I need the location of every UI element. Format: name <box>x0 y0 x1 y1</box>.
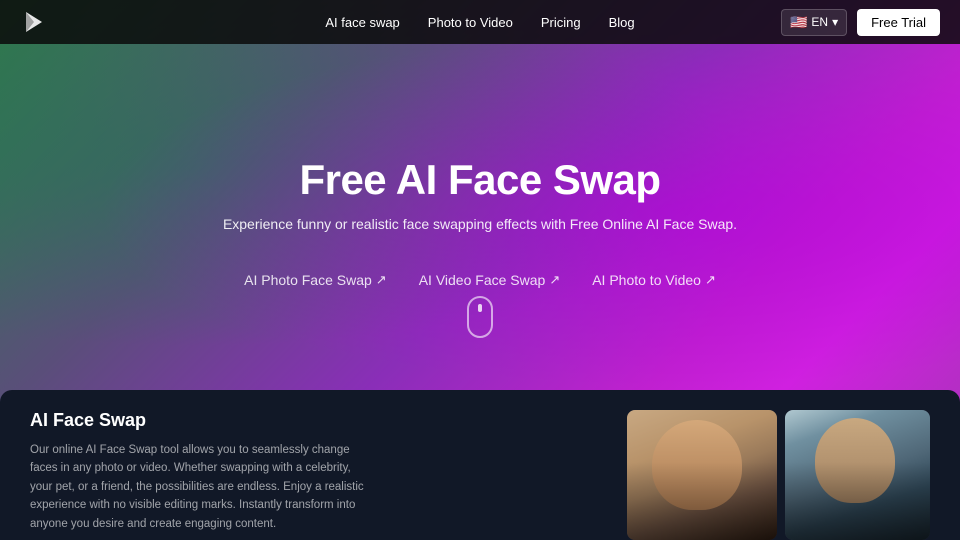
hero-links: AI Photo Face Swap ↗ AI Video Face Swap … <box>223 272 737 288</box>
nav-blog[interactable]: Blog <box>609 15 635 30</box>
hero-title: Free AI Face Swap <box>223 156 737 204</box>
nav-pricing[interactable]: Pricing <box>541 15 581 30</box>
free-trial-button[interactable]: Free Trial <box>857 9 940 36</box>
navbar: AI face swap Photo to Video Pricing Blog… <box>0 0 960 44</box>
card-title: AI Face Swap <box>30 410 370 431</box>
hero-content: Free AI Face Swap Experience funny or re… <box>223 156 737 288</box>
hero-link-video-label: AI Video Face Swap <box>419 272 546 288</box>
face-photo-2 <box>785 410 930 540</box>
chevron-down-icon: ▾ <box>832 15 838 29</box>
lang-code: EN <box>811 15 828 29</box>
language-selector[interactable]: 🇺🇸 EN ▾ <box>781 9 847 36</box>
arrow-icon-3: ↗ <box>705 272 716 288</box>
card-text: AI Face Swap Our online AI Face Swap too… <box>30 410 370 540</box>
bottom-card: AI Face Swap Our online AI Face Swap too… <box>0 390 960 540</box>
hero-link-photo-to-video[interactable]: AI Photo to Video ↗ <box>592 272 716 288</box>
hero-link-photo-label: AI Photo Face Swap <box>244 272 372 288</box>
hero-link-photo-to-video-label: AI Photo to Video <box>592 272 701 288</box>
logo[interactable] <box>20 8 48 36</box>
nav-right: 🇺🇸 EN ▾ Free Trial <box>781 9 940 36</box>
scroll-oval <box>467 296 493 338</box>
flag-icon: 🇺🇸 <box>790 14 807 31</box>
card-description: Our online AI Face Swap tool allows you … <box>30 441 370 533</box>
arrow-icon-2: ↗ <box>549 272 560 288</box>
hero-link-video[interactable]: AI Video Face Swap ↗ <box>419 272 561 288</box>
nav-links: AI face swap Photo to Video Pricing Blog <box>325 15 634 30</box>
face-photo-1 <box>627 410 777 540</box>
face-image-2 <box>785 410 930 540</box>
face-image-1 <box>627 410 777 540</box>
hero-section: Free AI Face Swap Experience funny or re… <box>0 0 960 420</box>
hero-link-photo[interactable]: AI Photo Face Swap ↗ <box>244 272 387 288</box>
nav-photo-to-video[interactable]: Photo to Video <box>428 15 513 30</box>
nav-ai-face-swap[interactable]: AI face swap <box>325 15 399 30</box>
scroll-indicator <box>467 296 493 338</box>
arrow-icon: ↗ <box>376 272 387 288</box>
hero-subtitle: Experience funny or realistic face swapp… <box>223 216 737 232</box>
scroll-dot <box>478 304 482 312</box>
card-images <box>627 410 930 540</box>
